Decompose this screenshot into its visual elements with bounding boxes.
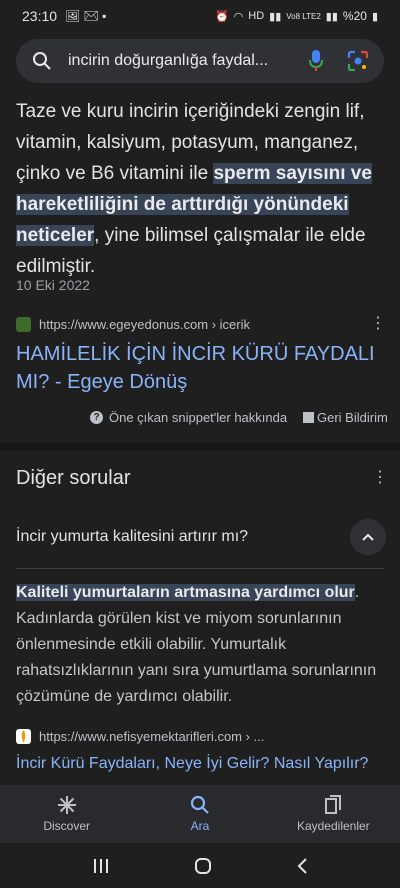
result-title-link[interactable]: HAMİLELİK İÇİN İNCİR KÜRÜ FAYDALI MI? - …	[16, 340, 386, 396]
more-options-icon[interactable]: ⋮	[370, 316, 386, 332]
battery-icon: ▮	[371, 10, 378, 23]
hd-icon: HD	[248, 10, 265, 22]
status-bar: 23:10 🖼 ✉ ▪ ⏰ ◠ HD ▮▮ Vo8 LTE2 ▮▮ %20 ▮	[0, 0, 400, 32]
status-right: ⏰ ◠ HD ▮▮ Vo8 LTE2 ▮▮ %20 ▮	[215, 9, 378, 23]
site-favicon-2	[16, 729, 31, 744]
nav-saved[interactable]: Kaydedilenler	[267, 785, 400, 843]
help-icon: ?	[90, 411, 103, 424]
signal-icon: ▮▮	[269, 10, 282, 23]
question-divider	[16, 568, 384, 569]
wifi-icon: ◠	[233, 10, 244, 23]
nav-discover[interactable]: Discover	[0, 785, 133, 843]
bottom-nav: Discover Ara Kaydedilenler	[0, 785, 400, 843]
network-label: Vo8 LTE2	[286, 11, 321, 21]
status-icons-left: 🖼 ✉ ▪	[65, 9, 107, 23]
feedback-button[interactable]: Geri Bildirim	[303, 410, 388, 425]
featured-snippet: Taze ve kuru incirin içeriğindeki zengin…	[16, 96, 386, 282]
system-nav	[0, 843, 400, 888]
feedback-label: Geri Bildirim	[317, 410, 388, 425]
saved-icon	[325, 795, 342, 814]
lens-icon[interactable]	[346, 49, 370, 73]
about-snippets-link[interactable]: ? Öne çıkan snippet'ler hakkında	[90, 410, 287, 425]
search-icon[interactable]	[32, 51, 52, 71]
discover-icon	[57, 796, 76, 814]
answer-highlight: Kaliteli yumurtaların artmasına yardımcı…	[16, 584, 355, 601]
section-divider	[0, 443, 400, 451]
signal-icon-2: ▮▮	[325, 10, 338, 23]
battery-percent: %20	[342, 9, 367, 23]
search-bar[interactable]: incirin doğurganlığa faydal...	[16, 39, 384, 83]
status-time: 23:10	[22, 8, 58, 24]
source-row-2[interactable]: https://www.nefisyemektarifleri.com › ..…	[16, 729, 264, 744]
search-nav-icon	[190, 795, 209, 814]
about-snippets-label: Öne çıkan snippet'ler hakkında	[109, 410, 288, 425]
section-options-icon[interactable]: ⋮	[372, 470, 388, 486]
home-icon[interactable]	[194, 857, 212, 875]
source-url-2[interactable]: https://www.nefisyemektarifleri.com › ..…	[39, 729, 264, 744]
nav-saved-label: Kaydedilenler	[296, 819, 370, 833]
chevron-up-icon	[362, 533, 374, 541]
nav-search-label: Ara	[190, 819, 210, 833]
search-input[interactable]: incirin doğurganlığa faydal...	[68, 52, 283, 70]
site-favicon	[16, 316, 31, 332]
nav-discover-label: Discover	[43, 819, 90, 833]
back-icon[interactable]	[296, 857, 308, 875]
answer-rest: . Kadınlarda görülen kist ve miyom sorun…	[16, 584, 377, 705]
collapse-button[interactable]	[350, 519, 386, 555]
alarm-icon: ⏰	[214, 10, 229, 23]
feedback-icon	[303, 412, 314, 423]
source-row[interactable]: https://www.egeyedonus.com › icerik ⋮	[16, 316, 386, 332]
section-title: Diğer sorular	[16, 467, 131, 489]
nav-search[interactable]: Ara	[133, 785, 266, 843]
source-url[interactable]: https://www.egeyedonus.com › icerik	[39, 317, 250, 332]
snippet-date: 10 Eki 2022	[16, 277, 90, 293]
recent-apps-icon[interactable]	[92, 858, 110, 874]
answer-text: Kaliteli yumurtaların artmasına yardımcı…	[16, 580, 386, 710]
mic-icon[interactable]	[304, 49, 328, 73]
result-title-link-2[interactable]: İncir Kürü Faydaları, Neye İyi Gelir? Na…	[16, 752, 386, 776]
question-item[interactable]: İncir yumurta kalitesini artırır mı?	[16, 528, 248, 546]
